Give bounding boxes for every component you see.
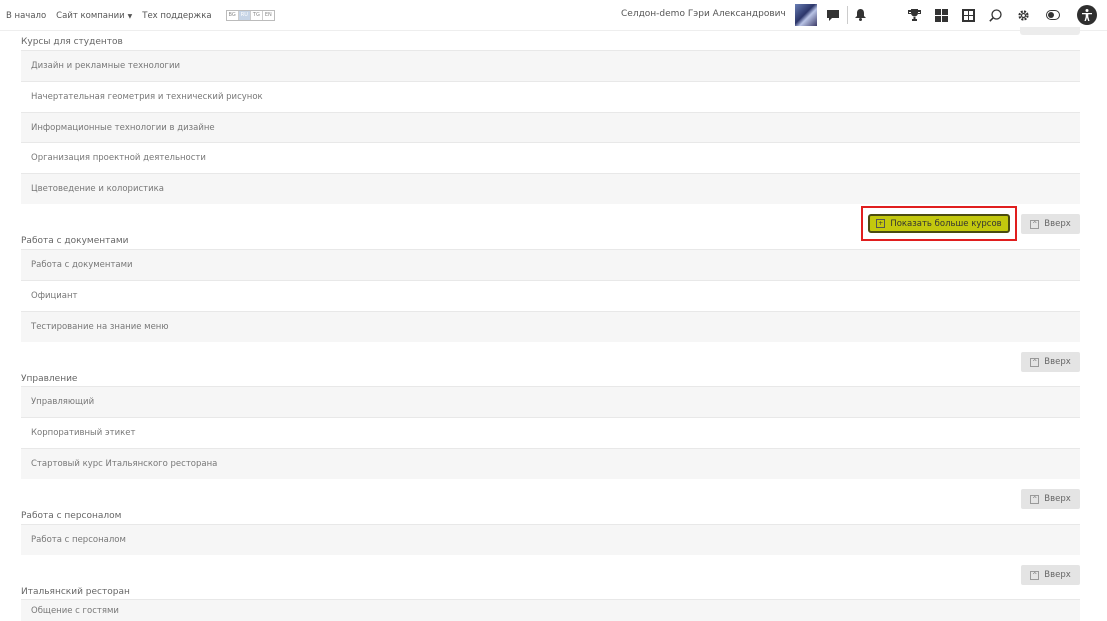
gear-icon[interactable] [1016, 8, 1030, 22]
course-row[interactable]: Дизайн и рекламные технологии [21, 50, 1080, 81]
course-row[interactable]: Тестирование на знание меню [21, 311, 1080, 342]
section-title-documents: Работа с документами [21, 236, 129, 246]
course-row[interactable]: Официант [21, 280, 1080, 311]
top-navbar: В начало Сайт компании ▼ Тех поддержка BG… [0, 0, 1107, 35]
scroll-up-button[interactable]: ^ Вверх [1021, 489, 1080, 509]
language-switcher: BG RU TG EN [225, 10, 275, 21]
show-more-label: Показать больше курсов [890, 218, 1002, 229]
course-row[interactable]: Общение с гостями [21, 599, 1080, 621]
bell-icon[interactable] [853, 8, 867, 22]
course-row[interactable]: Организация проектной деятельности [21, 142, 1080, 173]
avatar[interactable] [795, 4, 817, 26]
nav-company-site-link[interactable]: Сайт компании ▼ [56, 11, 132, 21]
course-row[interactable]: Цветоведение и колористика [21, 173, 1080, 204]
chevron-down-icon: ▼ [127, 12, 133, 20]
nav-support-link[interactable]: Тех поддержка [142, 11, 211, 21]
lang-en[interactable]: EN [262, 11, 274, 20]
section-title-management: Управление [21, 374, 78, 384]
chat-icon[interactable] [826, 8, 840, 22]
show-more-courses-button[interactable]: + Показать больше курсов [868, 214, 1010, 233]
trophy-icon[interactable] [907, 8, 921, 22]
catalog-icon[interactable] [961, 8, 975, 22]
course-row[interactable]: Работа с документами [21, 249, 1080, 280]
course-row[interactable]: Начертательная геометрия и технический р… [21, 81, 1080, 112]
company-site-label: Сайт компании [56, 10, 125, 21]
scroll-up-button[interactable]: ^ Вверх [1021, 214, 1080, 234]
section-title-students: Курсы для студентов [21, 37, 123, 47]
section-title-italian-restaurant: Итальянский ресторан [21, 587, 130, 597]
course-row[interactable]: Управляющий [21, 386, 1080, 417]
course-row[interactable]: Корпоративный этикет [21, 417, 1080, 448]
up-label: Вверх [1044, 219, 1071, 229]
highlight-box: + Показать больше курсов [861, 206, 1017, 241]
up-label: Вверх [1044, 357, 1071, 367]
course-row[interactable]: Работа с персоналом [21, 524, 1080, 555]
up-arrow-icon: ^ [1030, 570, 1040, 580]
grid-icon[interactable] [934, 8, 948, 22]
scroll-up-button[interactable]: ^ Вверх [1021, 565, 1080, 585]
divider [847, 6, 848, 24]
section-title-personnel: Работа с персоналом [21, 511, 122, 521]
up-arrow-icon: ^ [1030, 219, 1040, 229]
course-row[interactable]: Стартовый курс Итальянского ресторана [21, 448, 1080, 479]
search-icon[interactable] [988, 8, 1002, 22]
user-name[interactable]: Селдон-demo Гэри Александрович [621, 9, 786, 19]
lang-bg[interactable]: BG [226, 11, 239, 20]
scroll-up-button[interactable]: ^ Вверх [1021, 352, 1080, 372]
expand-icon: + [876, 219, 886, 228]
up-arrow-icon: ^ [1030, 494, 1040, 504]
lang-ru[interactable]: RU [238, 11, 251, 20]
lang-tg[interactable]: TG [250, 11, 263, 20]
course-row[interactable]: Информационные технологии в дизайне [21, 112, 1080, 143]
nav-links: В начало Сайт компании ▼ Тех поддержка BG… [6, 10, 275, 21]
up-label: Вверх [1044, 570, 1071, 580]
up-arrow-icon: ^ [1030, 357, 1040, 367]
partial-button [1020, 27, 1080, 35]
nav-home-link[interactable]: В начало [6, 11, 46, 21]
accessibility-icon[interactable] [1077, 5, 1097, 25]
up-label: Вверх [1044, 494, 1071, 504]
theme-toggle-icon[interactable] [1046, 8, 1060, 22]
